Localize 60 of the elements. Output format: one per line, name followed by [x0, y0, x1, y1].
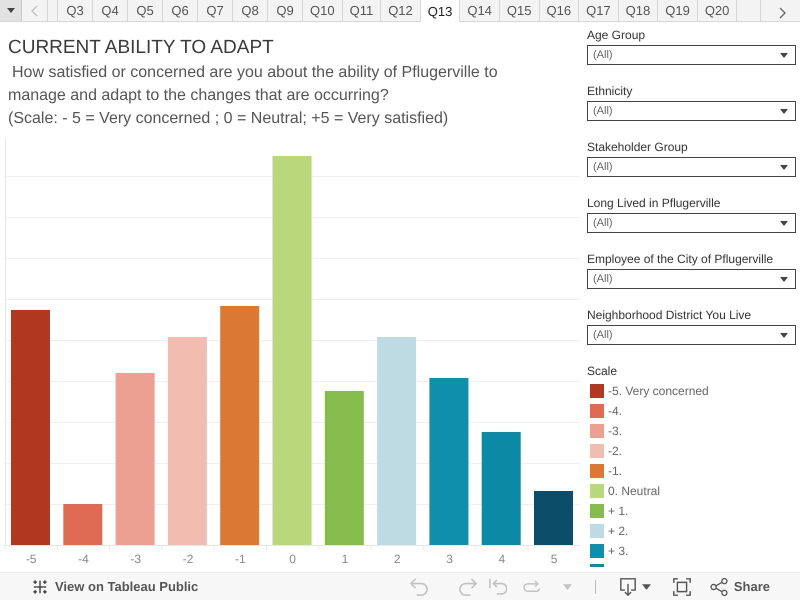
revert-icon: [488, 578, 507, 596]
caret-icon: [562, 584, 572, 590]
axis-label: -1: [235, 552, 246, 566]
caret-icon: [780, 164, 788, 170]
legend-label: -4.: [608, 404, 622, 418]
tab[interactable]: Q13: [420, 0, 460, 22]
caret-icon: [780, 52, 788, 58]
fullscreen-button[interactable]: [672, 576, 691, 598]
caret-icon: [642, 584, 651, 590]
logo-icon: [32, 578, 48, 594]
legend-label: -5. Very concerned: [608, 384, 709, 398]
caret-icon: [780, 332, 788, 338]
caret-icon: [780, 220, 788, 226]
filter-dropdown[interactable]: (All): [587, 157, 796, 177]
axis-label: 2: [394, 552, 401, 566]
axis-label: -3: [130, 552, 142, 566]
filter-dropdown[interactable]: (All): [587, 213, 796, 233]
filter-dropdown[interactable]: (All): [587, 269, 796, 289]
filter-label: Age Group: [587, 27, 646, 43]
chevron-left-icon: [31, 4, 38, 16]
chart-title: CURRENT ABILITY TO ADAPT: [7, 36, 275, 60]
fullscreen-icon: [672, 578, 691, 596]
scale-note: (Scale: - 5 = Very concerned ; 0 = Neutral; +5 = Very satisfied): [7, 109, 450, 129]
filter-label: Stakeholder Group: [587, 139, 689, 155]
axis-label: 0: [289, 552, 296, 566]
share-button[interactable]: Share: [710, 576, 770, 598]
question-text: How satisfied or concerned are you about the ability of Pflugerville to manage and adapt to the changes that are occurring?: [7, 63, 499, 106]
download-button[interactable]: [618, 576, 651, 598]
filter-label: Ethnicity: [587, 83, 634, 99]
axis-label: -2: [182, 552, 194, 566]
filter-label: Long Lived in Pflugerville: [587, 195, 722, 211]
filter-label: Employee of the City of Pflugerville: [587, 251, 774, 267]
view-link[interactable]: View on Tableau Public: [32, 578, 198, 594]
legend-label: + 2.: [608, 524, 628, 538]
axis-label: 3: [446, 552, 453, 566]
axis-label: -4: [78, 552, 89, 566]
caret-icon: [780, 108, 788, 114]
chevron-right-icon: [778, 7, 786, 19]
axis-label: -5: [26, 552, 36, 566]
filter-dropdown[interactable]: (All): [587, 45, 796, 65]
caret-icon: [780, 276, 788, 282]
legend-label: -2.: [608, 444, 622, 458]
legend-label: + 1.: [608, 504, 628, 518]
redo-icon: [458, 578, 477, 596]
legend-label: + 3.: [608, 544, 628, 558]
legend-label: -3.: [608, 424, 622, 438]
filter-dropdown[interactable]: (All): [587, 325, 796, 345]
share-icon: [710, 578, 728, 596]
download-icon: [618, 578, 637, 596]
legend-label: -1.: [608, 464, 622, 478]
tab-menu-button[interactable]: [0, 0, 22, 21]
filter-dropdown[interactable]: (All): [587, 101, 796, 121]
filter-label: Neighborhood District You Live: [587, 307, 752, 323]
axis-label: 4: [498, 552, 506, 566]
caret-icon: [6, 8, 14, 13]
axis-label: 1: [342, 552, 348, 566]
legend-label: 0. Neutral: [608, 484, 660, 498]
undo-icon: [410, 578, 428, 596]
legend-title: Scale: [587, 363, 618, 379]
axis-label: 5: [550, 552, 558, 566]
